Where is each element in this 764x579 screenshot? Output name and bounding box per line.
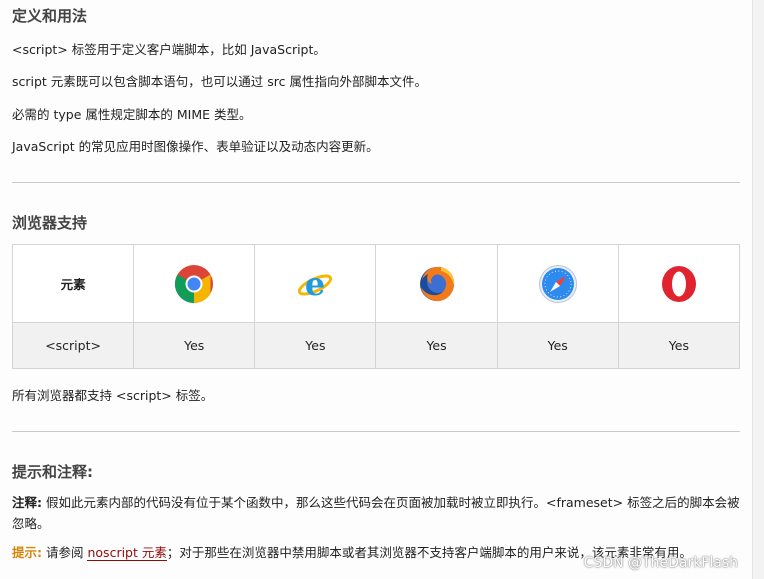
header-cell-opera <box>617 244 741 323</box>
note-text: 假如此元素内部的代码没有位于某个函数中，那么这些代码会在页面被加载时被立即执行。… <box>12 495 740 531</box>
table-row: <script> Yes Yes Yes Yes Yes <box>11 322 741 369</box>
support-value-chrome: Yes <box>133 322 256 369</box>
support-value-ie: Yes <box>254 322 377 369</box>
note-label: 注释: <box>12 495 42 510</box>
browser-support-heading: 浏览器支持 <box>12 214 88 232</box>
header-cell-chrome <box>133 244 256 323</box>
internet-explorer-icon: e <box>298 265 333 303</box>
page-gutter <box>752 0 764 579</box>
opera-icon <box>661 265 696 302</box>
note-paragraph: 注释: 假如此元素内部的代码没有位于某个函数中，那么这些代码会在页面被加载时被立… <box>12 492 740 534</box>
table-header-row: 元素 e <box>11 244 741 323</box>
row-label-cell: <script> <box>11 322 135 369</box>
tips-heading: 提示和注释: <box>12 463 93 481</box>
header-label-cell: 元素 <box>11 244 135 323</box>
definition-line-2: script 元素既可以包含脚本语句，也可以通过 src 属性指向外部脚本文件。 <box>12 74 428 89</box>
page-content: 定义和用法 <script> 标签用于定义客户端脚本，比如 JavaScript… <box>0 0 752 579</box>
chrome-icon <box>175 264 214 303</box>
definition-line-3: 必需的 type 属性规定脚本的 MIME 类型。 <box>12 107 252 122</box>
header-cell-ie: e <box>254 244 377 323</box>
support-value-safari: Yes <box>496 322 619 369</box>
browser-support-footer: 所有浏览器都支持 <script> 标签。 <box>12 388 214 403</box>
safari-icon <box>538 264 577 303</box>
section-divider <box>12 431 740 432</box>
support-value-opera: Yes <box>617 322 741 369</box>
svg-text:e: e <box>305 265 325 303</box>
definition-heading: 定义和用法 <box>12 7 88 25</box>
firefox-icon <box>419 266 454 301</box>
support-value-firefox: Yes <box>375 322 498 369</box>
header-cell-safari <box>496 244 619 323</box>
header-cell-firefox <box>375 244 498 323</box>
tip-text-before: 请参阅 <box>45 545 84 560</box>
noscript-element-link[interactable]: noscript 元素 <box>87 545 167 561</box>
section-divider <box>12 182 740 183</box>
watermark: CSDN @TheDarkFlash <box>583 555 738 571</box>
definition-line-4: JavaScript 的常见应用时图像操作、表单验证以及动态内容更新。 <box>12 139 379 154</box>
tip-label: 提示: <box>12 545 42 560</box>
header-label: 元素 <box>60 277 86 292</box>
browser-support-table: 元素 e <script> Yes Yes Yes Yes Yes <box>11 244 741 369</box>
definition-line-1: <script> 标签用于定义客户端脚本，比如 JavaScript。 <box>12 42 326 57</box>
